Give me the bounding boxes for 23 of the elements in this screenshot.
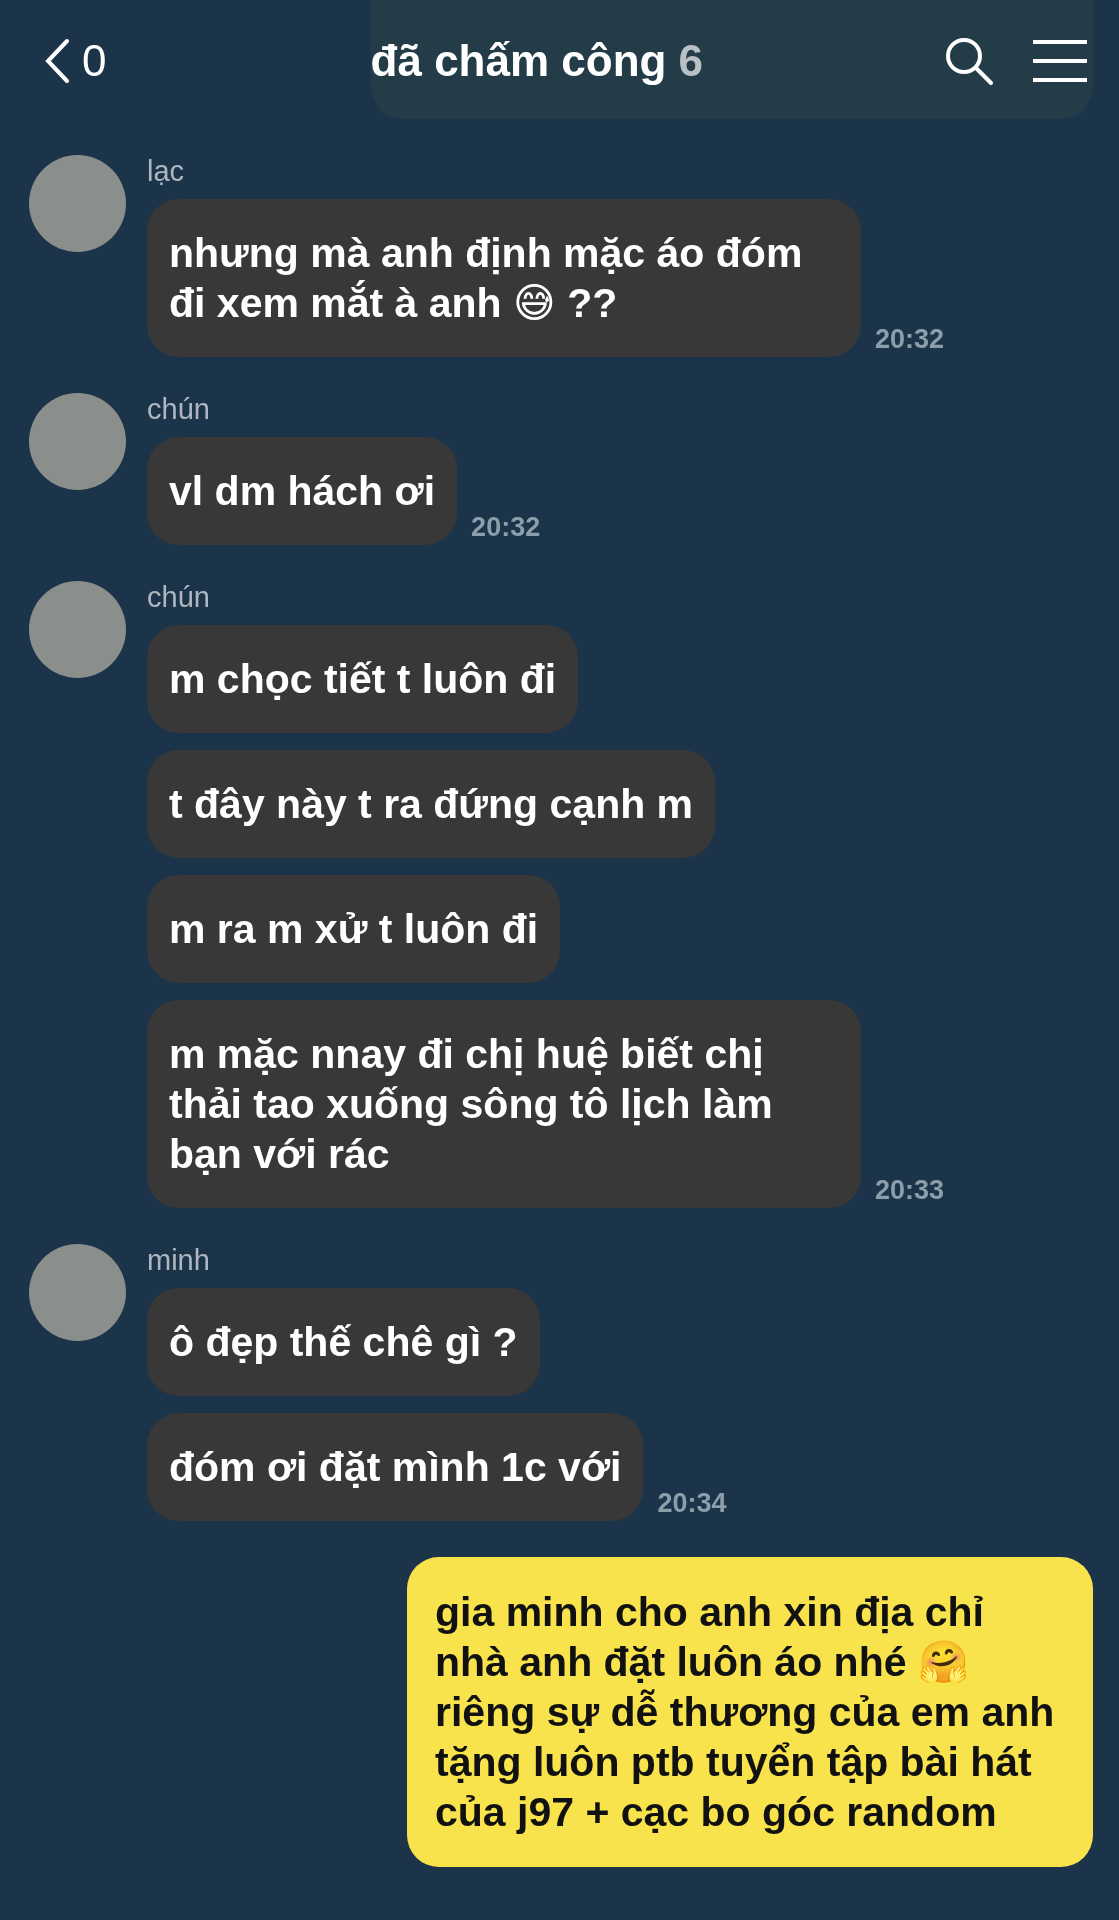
- message-bubble: đóm ơi đặt mình 1c với: [147, 1413, 644, 1521]
- message-bubble: gia minh cho anh xin địa chỉ nhà anh đặt luôn áo nhé 🤗 riêng sự dễ thương của em anh tặng luôn ptb tuyển tập bài hát của j97 + cạc bo góc random: [407, 1557, 1093, 1867]
- sender-name: chún: [147, 393, 210, 426]
- timestamp: 20:33: [875, 1175, 945, 1206]
- chat-title: đã chấm công: [370, 36, 667, 86]
- menu-icon[interactable]: [1031, 39, 1089, 83]
- member-count: 6: [678, 36, 703, 86]
- message-bubble: nhưng mà anh định mặc áo đóm đi xem mắt à anh 😅 ??: [147, 199, 861, 357]
- message-bubble: m chọc tiết t luôn đi: [147, 625, 579, 733]
- message-bubble: vl dm hách ơi: [147, 437, 458, 545]
- timestamp: 20:32: [875, 324, 945, 355]
- message-bubble: m ra m xử t luôn đi: [147, 875, 561, 983]
- timestamp: 20:32: [471, 512, 541, 543]
- sender-name: chún: [147, 581, 210, 614]
- message-bubble: t đây này t ra đứng cạnh m: [147, 750, 716, 858]
- sender-name: lạc: [147, 155, 185, 188]
- search-icon[interactable]: [943, 35, 995, 87]
- message-bubble: ô đẹp thế chê gì ?: [147, 1288, 540, 1396]
- message-bubble: m mặc nnay đi chị huệ biết chị thải tao xuống sông tô lịch làm bạn với rác: [147, 1000, 861, 1208]
- back-button[interactable]: 0: [44, 36, 107, 86]
- timestamp: 20:34: [657, 1488, 727, 1519]
- back-chevron-icon: [44, 38, 70, 84]
- sender-name: minh: [147, 1244, 210, 1277]
